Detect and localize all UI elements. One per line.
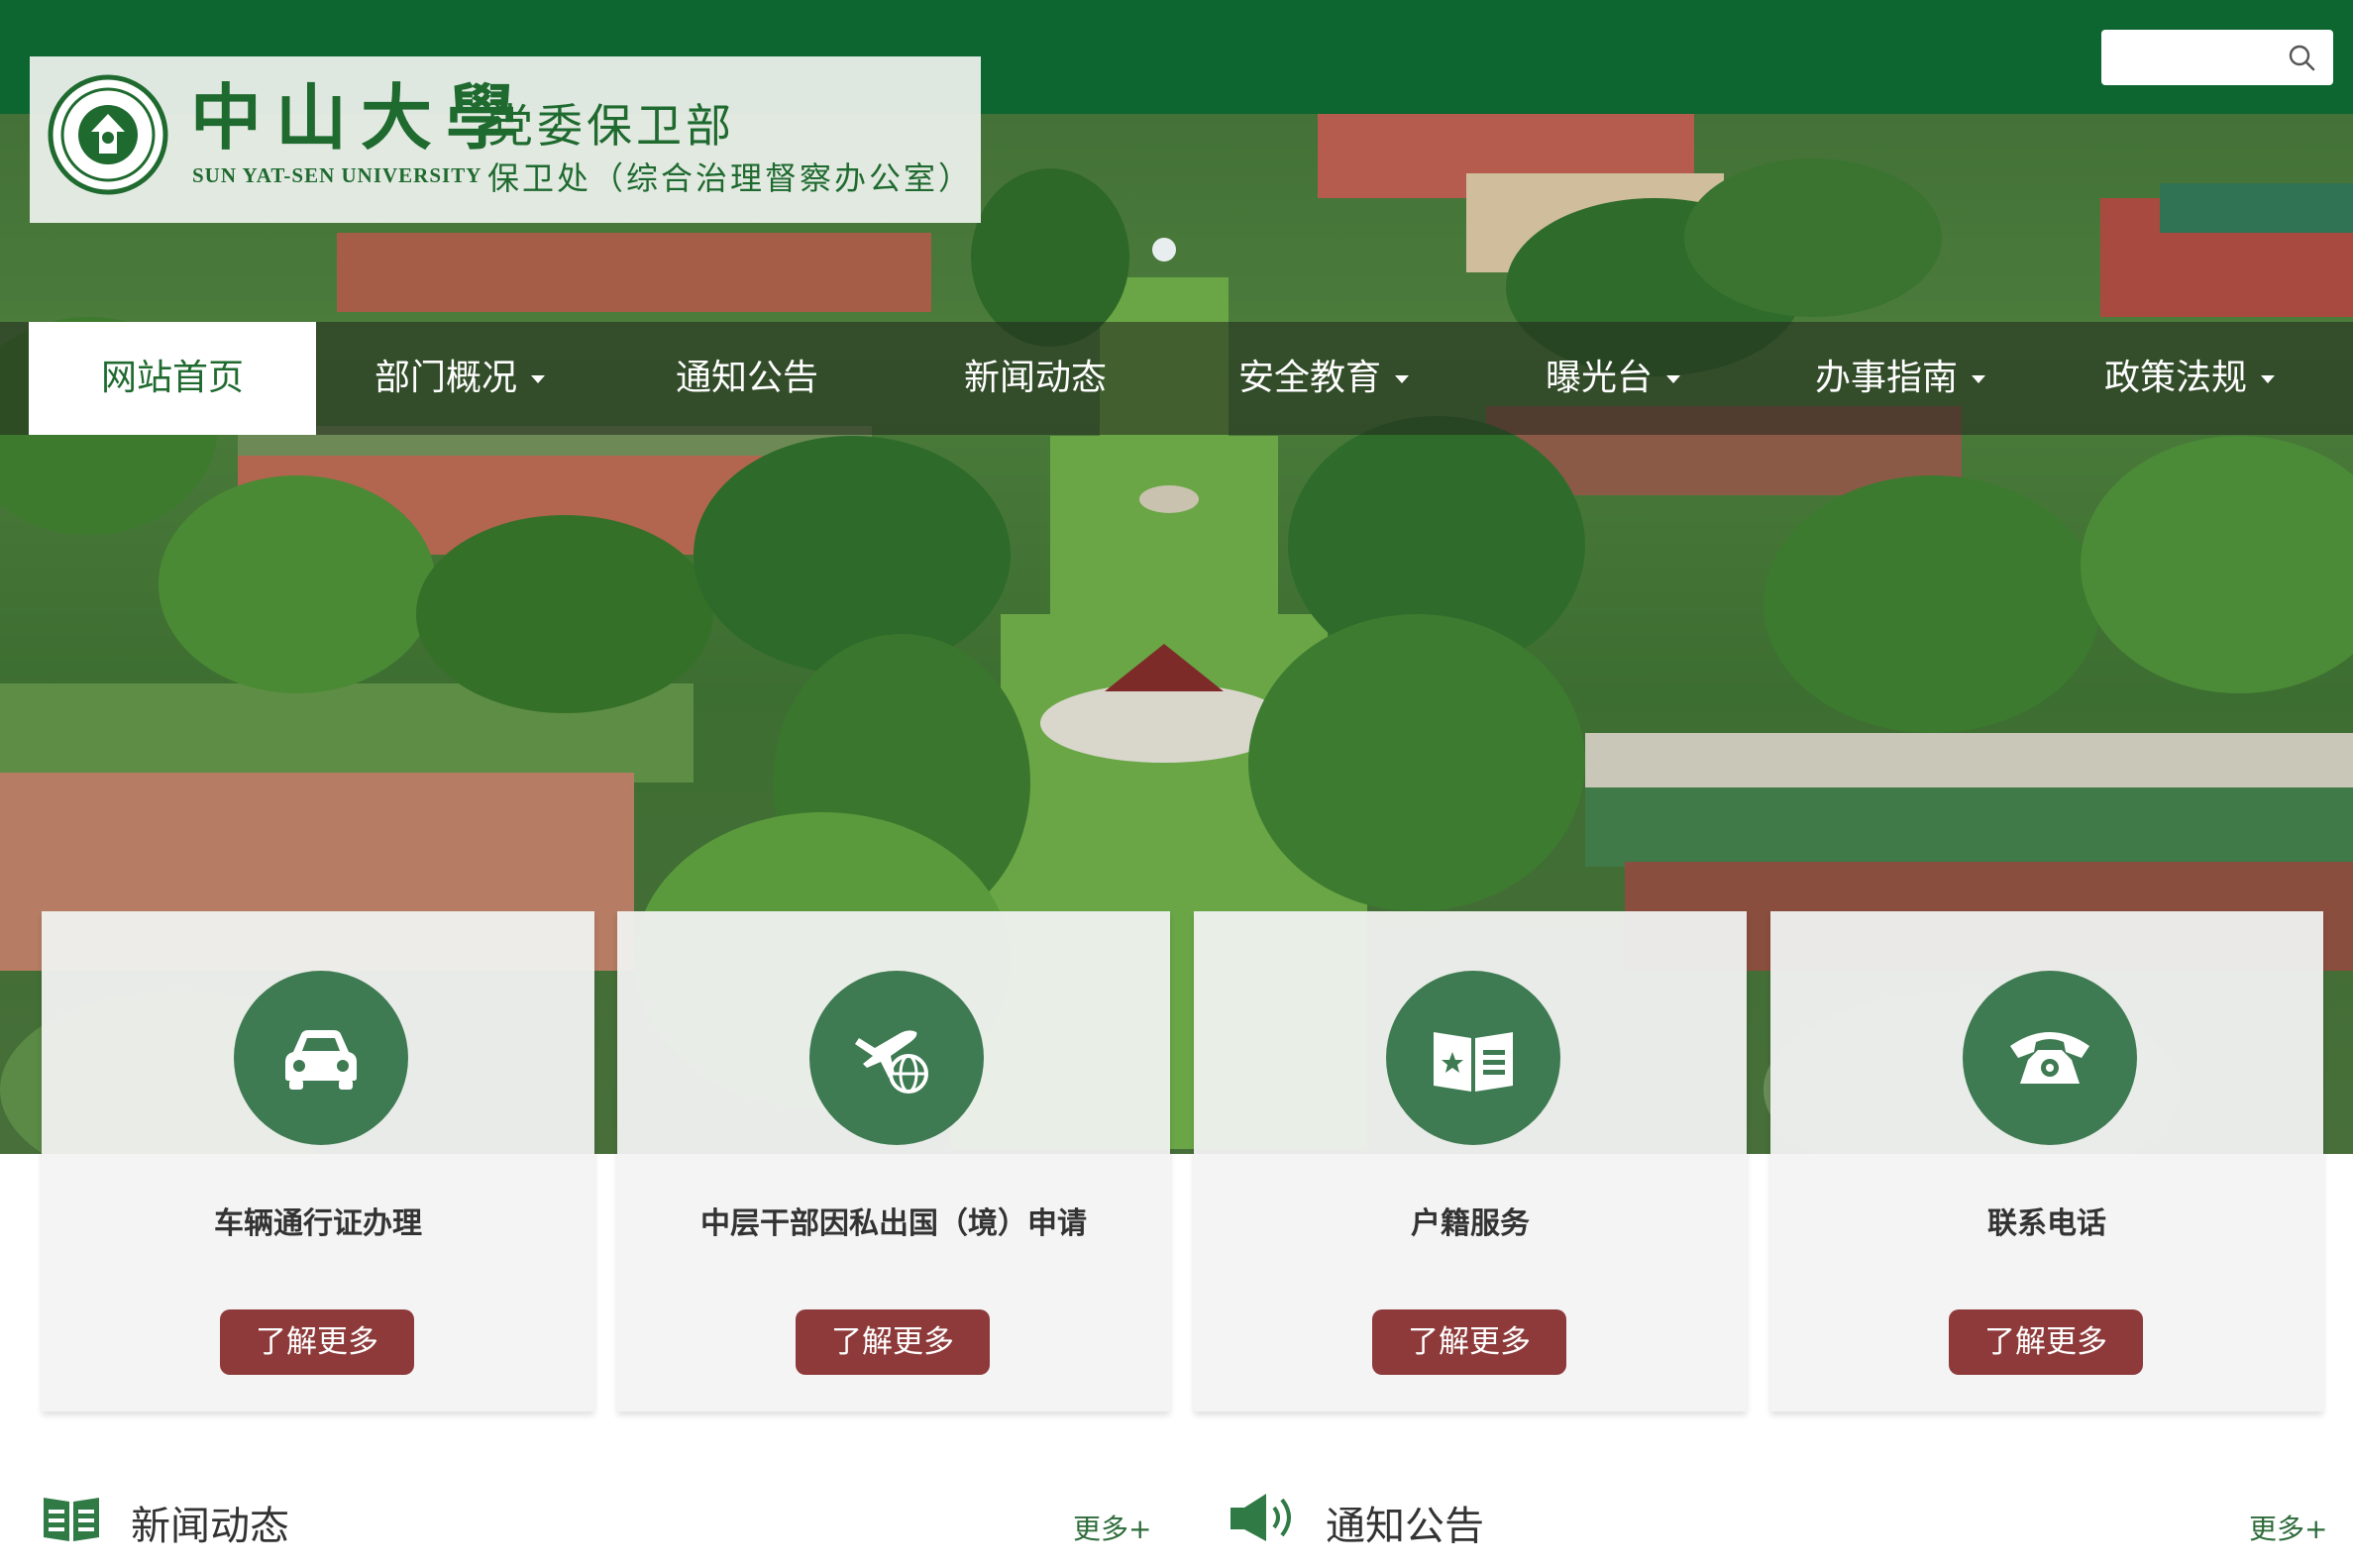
- nav-item-policies[interactable]: 政策法规: [2104, 322, 2276, 435]
- service-card-household-registration[interactable]: 户籍服务 了解更多: [1194, 911, 1747, 1411]
- learn-more-button[interactable]: 了解更多: [1949, 1309, 2143, 1375]
- telephone-icon: [2010, 1032, 2089, 1084]
- nav-item-label: 新闻动态: [964, 358, 1108, 398]
- plane-globe-icon: [855, 1030, 928, 1094]
- nav-item-department-overview[interactable]: 部门概况: [374, 322, 546, 435]
- logo-university-name-en: SUN YAT-SEN UNIVERSITY: [192, 163, 482, 187]
- notices-section-title: 通知公告: [1326, 1504, 1484, 1549]
- caret-down-icon: [1395, 375, 1410, 383]
- university-seal-icon: [48, 74, 168, 195]
- nav-item-home[interactable]: 网站首页: [29, 322, 316, 435]
- card-title: 联系电话: [1987, 1206, 2106, 1241]
- caret-down-icon: [531, 375, 546, 383]
- learn-more-button[interactable]: 了解更多: [1372, 1309, 1566, 1375]
- card-title: 车辆通行证办理: [214, 1206, 422, 1241]
- search-box[interactable]: [2101, 30, 2333, 85]
- card-icon-circle: [809, 971, 984, 1145]
- car-icon: [285, 1030, 357, 1090]
- service-card-overseas-application[interactable]: 中层干部因私出国（境）申请 了解更多: [617, 911, 1170, 1411]
- service-card-vehicle-pass[interactable]: 车辆通行证办理 了解更多: [42, 911, 594, 1411]
- nav-item-label: 曝光台: [1546, 358, 1654, 398]
- card-title: 中层干部因私出国（境）申请: [700, 1206, 1087, 1241]
- notices-more-link[interactable]: 更多+: [2249, 1508, 2327, 1547]
- nav-item-notices[interactable]: 通知公告: [676, 322, 818, 435]
- nav-item-label: 政策法规: [2104, 358, 2248, 398]
- search-icon[interactable]: [2288, 44, 2315, 71]
- logo-office-name: 保卫处（综合治理督察办公室）: [487, 159, 974, 197]
- news-book-icon: [44, 1498, 99, 1541]
- caret-down-icon: [1972, 375, 1986, 383]
- main-nav: 网站首页 部门概况 通知公告 新闻动态 安全教育 曝光台 办事指南 政策法规: [0, 322, 2353, 435]
- speaker-icon: [1230, 1494, 1291, 1541]
- nav-item-label: 通知公告: [676, 358, 819, 398]
- nav-item-label: 办事指南: [1815, 358, 1959, 398]
- caret-down-icon: [1666, 375, 1681, 383]
- card-icon-circle: [1386, 971, 1560, 1145]
- nav-item-label: 部门概况: [374, 358, 518, 398]
- news-more-link[interactable]: 更多+: [1073, 1508, 1151, 1547]
- caret-down-icon: [2261, 375, 2276, 383]
- news-section-title: 新闻动态: [131, 1504, 289, 1549]
- nav-item-service-guide[interactable]: 办事指南: [1815, 322, 1986, 435]
- search-input[interactable]: [2113, 30, 2276, 83]
- nav-item-safety-education[interactable]: 安全教育: [1238, 322, 1410, 435]
- card-icon-circle: [1963, 971, 2137, 1145]
- nav-item-news[interactable]: 新闻动态: [964, 322, 1107, 435]
- logo-university-name-cn: 中山大學: [190, 75, 532, 159]
- id-book-icon: [1434, 1032, 1513, 1092]
- site-logo[interactable]: 中山大學 SUN YAT-SEN UNIVERSITY 党委保卫部 保卫处（综合…: [30, 56, 981, 223]
- nav-item-label: 网站首页: [100, 358, 244, 398]
- nav-item-exposure[interactable]: 曝光台: [1546, 322, 1681, 435]
- card-icon-circle: [234, 971, 408, 1145]
- nav-item-label: 安全教育: [1238, 358, 1382, 398]
- logo-department-name: 党委保卫部: [487, 99, 735, 153]
- learn-more-button[interactable]: 了解更多: [220, 1309, 414, 1375]
- service-card-contact-phone[interactable]: 联系电话 了解更多: [1770, 911, 2323, 1411]
- card-title: 户籍服务: [1411, 1206, 1530, 1241]
- learn-more-button[interactable]: 了解更多: [796, 1309, 990, 1375]
